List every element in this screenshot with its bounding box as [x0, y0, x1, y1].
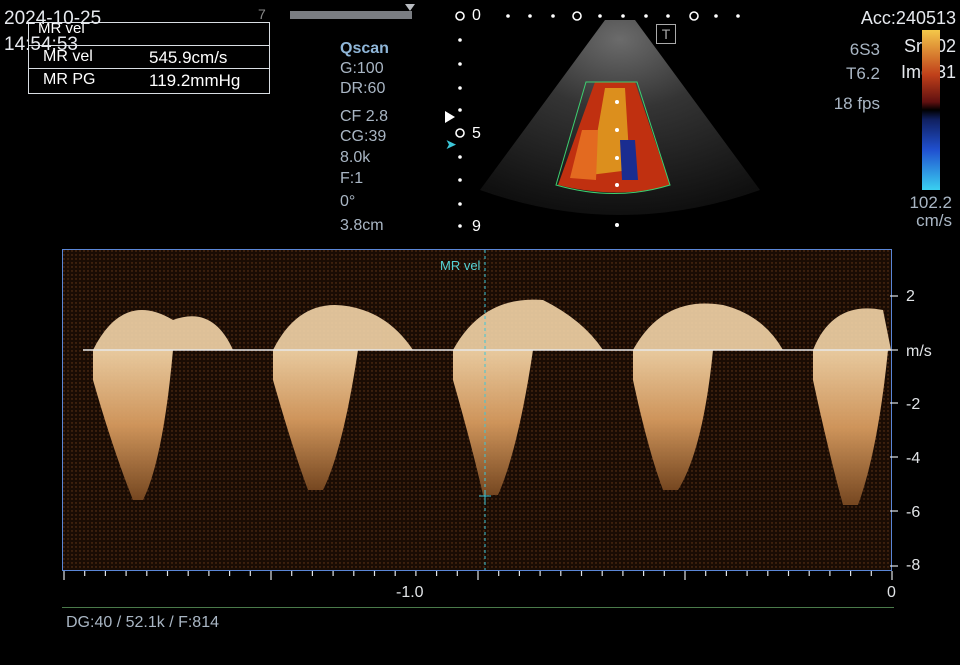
color-velocity-scale [922, 30, 940, 190]
measurement-unit: cm/s [191, 48, 228, 67]
top-index: 7 [258, 6, 266, 22]
param-f: F:1 [340, 170, 364, 187]
ultrasound-sector-image [480, 20, 760, 227]
color-scale-value: 102.2 [909, 193, 952, 212]
param-cg: CG:39 [340, 128, 387, 145]
image-slider[interactable] [290, 11, 412, 19]
param-dr: DR:60 [340, 80, 386, 97]
y-axis-ticks [890, 295, 898, 567]
measurement-value: 545.9cm/s [149, 48, 227, 68]
y-tick-label: -2 [906, 396, 921, 413]
y-tick-label: -6 [906, 504, 921, 521]
param-gain: G:100 [340, 60, 384, 77]
dg-value: DG:40 [66, 614, 113, 631]
param-depth: 3.8cm [340, 217, 384, 234]
y-tick-label: -4 [906, 450, 921, 467]
focus-marker-icon [445, 111, 455, 123]
scan-mode: Qscan [340, 40, 389, 57]
measurement-label: MR PG [43, 71, 96, 88]
param-prf: 8.0k [340, 149, 371, 166]
probe-name: 6S3 [849, 40, 880, 59]
doppler-spectrum [63, 250, 891, 570]
x-axis-ticks [63, 571, 893, 580]
x-tick-label: 0 [887, 584, 896, 601]
y-tick-label: 2 [906, 288, 915, 305]
frame-value: / F:814 [169, 614, 219, 631]
param-angle: 0° [340, 193, 356, 210]
exam-time: 14:54:53 [4, 34, 78, 55]
slider-marker-icon [405, 4, 415, 11]
measurement-unit: mmHg [190, 71, 241, 90]
measurement-number: 119.2 [149, 71, 191, 90]
prf-value: / 52.1k [116, 614, 165, 631]
color-scale-unit: cm/s [916, 211, 952, 230]
measurement-row-pg: MR PG 119.2mmHg [29, 68, 269, 91]
measurement-number: 545.9 [149, 48, 192, 67]
frame-rate: 18 fps [833, 94, 880, 113]
param-cf: CF 2.8 [340, 108, 389, 125]
y-unit-label: m/s [906, 343, 932, 360]
probe-frequency: T6.2 [845, 64, 880, 83]
cursor-marker-icon: ➤ [445, 136, 457, 152]
accession-number: Acc:240513 [860, 8, 956, 28]
bottom-params: DG:40 / 52.1k / F:814 [66, 614, 219, 632]
baseline-divider [62, 607, 894, 608]
x-tick-label: -1.0 [396, 584, 424, 601]
measurement-value: 119.2mmHg [149, 71, 240, 91]
exam-date: 2024-10-25 [4, 8, 102, 29]
cursor-label: MR vel [440, 258, 481, 273]
t-badge-icon: T [656, 24, 676, 44]
y-tick-label: -8 [906, 557, 921, 574]
